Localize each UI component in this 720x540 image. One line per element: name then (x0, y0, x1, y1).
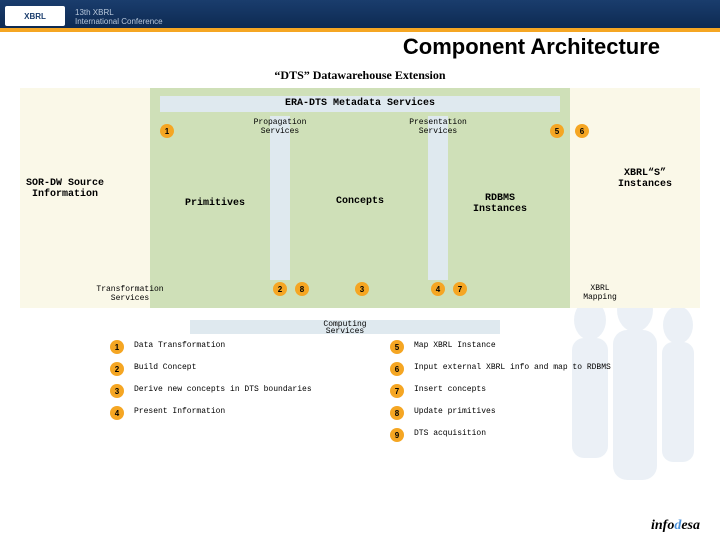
legend-text: Build Concept (134, 362, 196, 373)
sor-dw-label: SOR-DW Source Information (25, 178, 105, 200)
legend-text: Map XBRL Instance (414, 340, 496, 351)
legend-row: 9 DTS acquisition (110, 428, 690, 442)
legend-circle: 9 (390, 428, 404, 442)
rdbms-label: RDBMS Instances (460, 193, 540, 215)
step-circle-7: 7 (453, 282, 467, 296)
legend-item: 4 Present Information (110, 406, 390, 420)
legend-circle: 7 (390, 384, 404, 398)
logo-part2: esa (681, 518, 700, 533)
legend-item: 9 DTS acquisition (390, 428, 690, 442)
legend-circle: 6 (390, 362, 404, 376)
legend-text: Update primitives (414, 406, 496, 417)
legend-item: 3 Derive new concepts in DTS boundaries (110, 384, 390, 398)
legend-row: 2 Build Concept 6 Input external XBRL in… (110, 362, 690, 376)
conf-line1: 13th XBRL (75, 8, 163, 17)
legend-item: 2 Build Concept (110, 362, 390, 376)
legend-row: 3 Derive new concepts in DTS boundaries … (110, 384, 690, 398)
legend: 1 Data Transformation 5 Map XBRL Instanc… (110, 340, 690, 450)
legend-item: 6 Input external XBRL info and map to RD… (390, 362, 690, 376)
transformation-services-label: Transformation Services (80, 285, 180, 303)
propagation-column (270, 116, 290, 280)
infodesa-logo: infodesa (651, 518, 700, 534)
step-circle-4: 4 (431, 282, 445, 296)
legend-row: 4 Present Information 8 Update primitive… (110, 406, 690, 420)
legend-text: Insert concepts (414, 384, 486, 395)
legend-row: 1 Data Transformation 5 Map XBRL Instanc… (110, 340, 690, 354)
legend-item: 1 Data Transformation (110, 340, 390, 354)
step-circle-8: 8 (295, 282, 309, 296)
logo-part1: info (651, 518, 674, 533)
legend-circle: 1 (110, 340, 124, 354)
legend-item: 5 Map XBRL Instance (390, 340, 690, 354)
step-circle-3: 3 (355, 282, 369, 296)
legend-text: Input external XBRL info and map to RDBM… (414, 362, 611, 373)
legend-item: 8 Update primitives (390, 406, 690, 420)
conference-label: 13th XBRL International Conference (75, 8, 163, 26)
step-circle-2: 2 (273, 282, 287, 296)
step-circle-1: 1 (160, 124, 174, 138)
primitives-label: Primitives (170, 198, 260, 209)
step-circle-5: 5 (550, 124, 564, 138)
architecture-diagram: ERA-DTS Metadata Services Propagation Se… (20, 88, 700, 308)
legend-text: Present Information (134, 406, 225, 417)
presentation-column (428, 116, 448, 280)
propagation-label: Propagation Services (230, 118, 330, 136)
legend-circle: 3 (110, 384, 124, 398)
legend-circle: 5 (390, 340, 404, 354)
legend-text: Derive new concepts in DTS boundaries (134, 384, 312, 395)
page-title: Component Architecture (403, 34, 660, 60)
step-circle-6: 6 (575, 124, 589, 138)
presentation-label: Presentation Services (388, 118, 488, 136)
xbrl-mapping-label: XBRL Mapping (560, 284, 640, 302)
legend-circle: 4 (110, 406, 124, 420)
computing-services-banner: Computing Services (190, 320, 500, 334)
legend-circle: 8 (390, 406, 404, 420)
concepts-label: Concepts (320, 196, 400, 207)
legend-text: Data Transformation (134, 340, 225, 351)
page-subtitle: “DTS” Datawarehouse Extension (0, 68, 720, 83)
legend-text: DTS acquisition (414, 428, 486, 439)
legend-circle: 2 (110, 362, 124, 376)
header-accent-stripe (0, 28, 720, 32)
legend-item: 7 Insert concepts (390, 384, 690, 398)
conf-line2: International Conference (75, 17, 163, 26)
xbrl-logo: XBRL (5, 6, 65, 26)
metadata-services-banner: ERA-DTS Metadata Services (160, 96, 560, 112)
xbrl-s-label: XBRL“S” Instances (605, 168, 685, 190)
